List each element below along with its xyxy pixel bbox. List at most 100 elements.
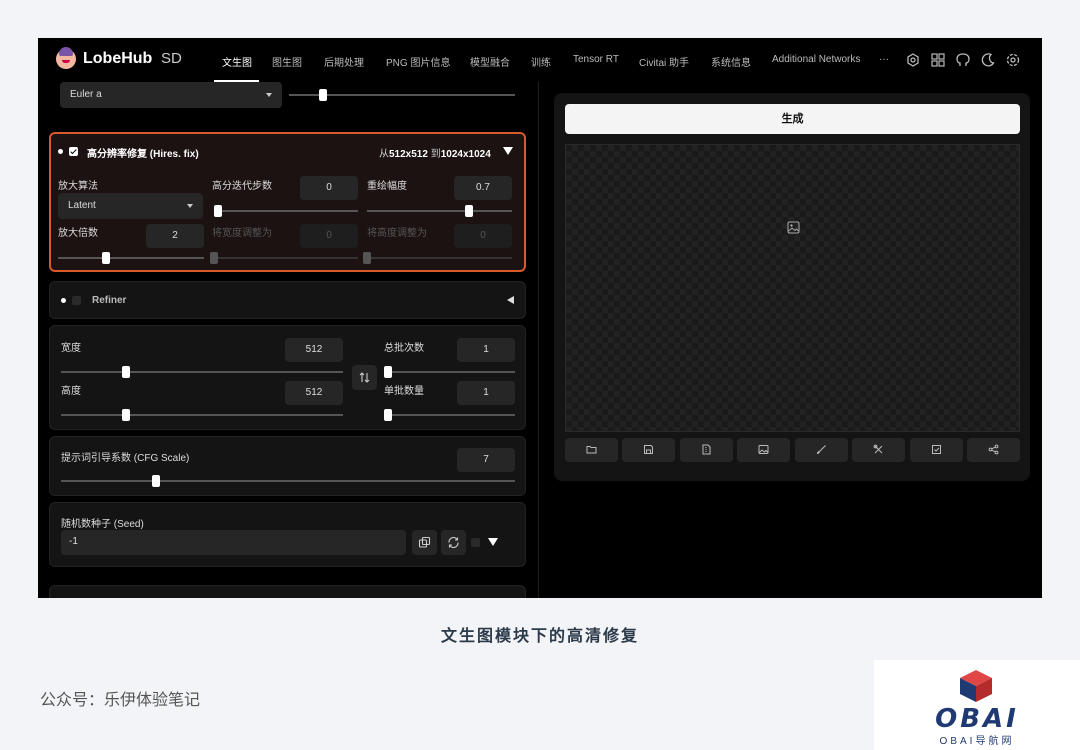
tab-png-info[interactable]: PNG 图片信息	[386, 54, 450, 69]
slider-thumb[interactable]	[214, 205, 222, 217]
batch-count-input[interactable]: 1	[457, 338, 515, 362]
upscale-by-input[interactable]: 2	[146, 224, 204, 248]
reuse-seed-button[interactable]	[441, 530, 466, 555]
resize-height-input[interactable]: 0	[454, 224, 512, 248]
seed-value: -1	[69, 536, 78, 547]
zip-icon	[702, 444, 711, 455]
random-seed-button[interactable]	[412, 530, 437, 555]
gear-icon[interactable]	[905, 52, 921, 68]
sampler-select[interactable]: Euler a	[60, 82, 282, 108]
brand-sub: SD	[161, 50, 182, 67]
width-slider[interactable]	[61, 366, 343, 378]
batch-size-slider[interactable]	[384, 409, 515, 421]
tab-merge[interactable]: 模型融合	[470, 54, 510, 69]
bullet-icon	[61, 298, 66, 303]
batch-size-input[interactable]: 1	[457, 381, 515, 405]
image-placeholder-icon	[787, 221, 800, 234]
slider-thumb[interactable]	[363, 252, 371, 264]
batch-count-label: 总批次数	[384, 343, 424, 354]
hires-steps-input[interactable]: 0	[300, 176, 358, 200]
slider-thumb[interactable]	[384, 366, 392, 378]
figure-caption: 文生图模块下的高清修复	[440, 626, 639, 645]
github-icon[interactable]	[955, 52, 971, 68]
send-to-img2img-button[interactable]	[737, 438, 790, 462]
grid-icon[interactable]	[930, 52, 946, 68]
height-slider[interactable]	[61, 409, 343, 421]
tools-icon	[873, 444, 883, 454]
size-panel: 宽度 512 高度 512 总批次数 1 单批数量 1	[49, 325, 526, 430]
upscaler-select[interactable]: Latent	[58, 193, 203, 219]
from-size: 512x512	[389, 149, 428, 160]
expand-icon[interactable]	[507, 296, 514, 304]
cfg-input[interactable]: 7	[457, 448, 515, 472]
bullet-icon	[58, 149, 63, 154]
tab-txt2img[interactable]: 文生图	[222, 54, 252, 69]
width-input[interactable]: 512	[285, 338, 343, 362]
extra-seed-checkbox[interactable]	[471, 538, 480, 547]
height-input[interactable]: 512	[285, 381, 343, 405]
denoise-slider[interactable]	[367, 205, 512, 217]
refiner-checkbox[interactable]	[72, 296, 81, 305]
tab-train[interactable]: 训练	[531, 54, 551, 69]
swap-icon	[359, 372, 370, 383]
logo-icon	[56, 47, 76, 69]
sampling-steps-slider[interactable]	[289, 89, 515, 101]
collapse-icon[interactable]	[503, 147, 513, 155]
moon-icon[interactable]	[980, 52, 996, 68]
tab-img2img[interactable]: 图生图	[272, 54, 302, 69]
expand-seed-icon[interactable]	[488, 538, 498, 546]
seed-input[interactable]: -1	[61, 530, 406, 555]
folder-icon	[586, 446, 597, 454]
slider-thumb[interactable]	[102, 252, 111, 264]
cube-logo-icon	[960, 670, 992, 702]
tab-additional-networks[interactable]: Additional Networks	[772, 54, 860, 65]
left-panel: Euler a 高分辨率修复 (Hires. fix) 从512x512 到10…	[38, 82, 538, 598]
export-icon	[932, 445, 941, 454]
denoise-input[interactable]: 0.7	[454, 176, 512, 200]
hires-fix-checkbox[interactable]	[69, 147, 78, 156]
upscale-by-label: 放大倍数	[58, 228, 98, 239]
watermark-text: OBAI	[935, 704, 1019, 734]
send-to-extras-button[interactable]	[852, 438, 905, 462]
brush-icon	[816, 445, 826, 455]
slider-thumb[interactable]	[152, 475, 161, 487]
share-button[interactable]	[967, 438, 1020, 462]
tab-extras[interactable]: 后期处理	[324, 54, 364, 69]
batch-size-label: 单批数量	[384, 386, 424, 397]
zip-button[interactable]	[680, 438, 733, 462]
batch-count-slider[interactable]	[384, 366, 515, 378]
account-credit: 公众号：乐伊体验笔记	[40, 692, 201, 709]
slider-thumb[interactable]	[384, 409, 392, 421]
refiner-panel[interactable]: Refiner	[49, 281, 526, 319]
export-button[interactable]	[910, 438, 963, 462]
column-divider	[538, 82, 539, 598]
app-window: LobeHub SD 文生图 图生图 后期处理 PNG 图片信息 模型融合 训练…	[38, 38, 1042, 598]
slider-thumb[interactable]	[318, 89, 327, 101]
open-folder-button[interactable]	[565, 438, 618, 462]
tab-system-info[interactable]: 系统信息	[711, 54, 751, 69]
hires-steps-slider[interactable]	[214, 205, 358, 217]
resize-height-slider[interactable]	[363, 252, 512, 264]
tab-civitai[interactable]: Civitai 助手	[639, 54, 689, 69]
send-to-inpaint-button[interactable]	[795, 438, 848, 462]
settings-icon[interactable]	[1005, 52, 1021, 68]
generate-button[interactable]: 生成	[565, 104, 1020, 134]
watermark-subtext: OBAI导航网	[939, 736, 1015, 747]
swap-dimensions-button[interactable]	[352, 365, 377, 390]
save-button[interactable]	[622, 438, 675, 462]
cfg-slider[interactable]	[61, 475, 515, 487]
slider-thumb[interactable]	[464, 205, 473, 217]
upscaler-label: 放大算法	[58, 181, 98, 192]
resize-width-input[interactable]: 0	[300, 224, 358, 248]
slider-thumb[interactable]	[210, 252, 218, 264]
slider-thumb[interactable]	[121, 366, 130, 378]
resize-width-label: 将宽度调整为	[212, 228, 272, 239]
tab-more[interactable]: ···	[879, 54, 889, 65]
chevron-down-icon	[266, 93, 272, 97]
tab-tensorrt[interactable]: Tensor RT	[573, 54, 619, 65]
upscale-by-slider[interactable]	[58, 252, 204, 264]
resize-width-slider[interactable]	[210, 252, 358, 264]
to-size: 1024x1024	[440, 149, 491, 160]
upscaler-value: Latent	[68, 200, 96, 211]
slider-thumb[interactable]	[121, 409, 130, 421]
